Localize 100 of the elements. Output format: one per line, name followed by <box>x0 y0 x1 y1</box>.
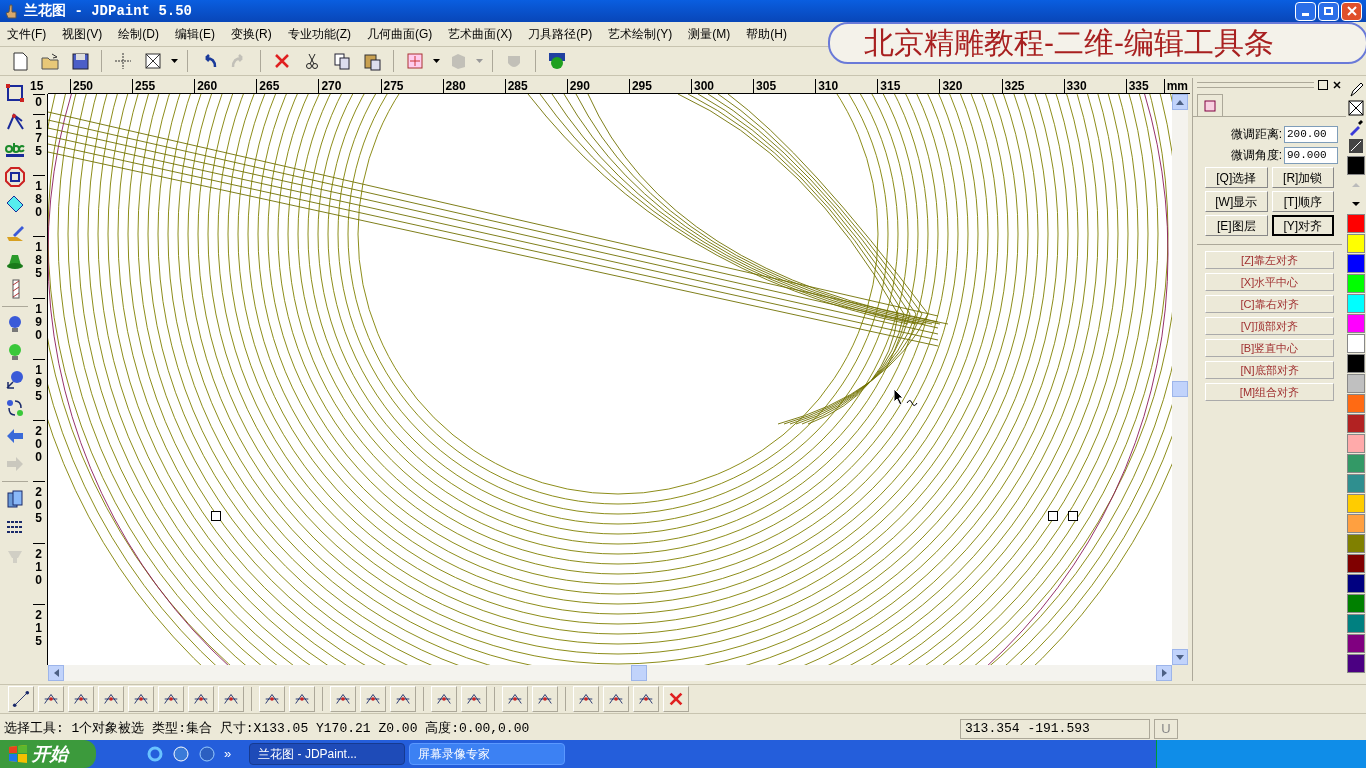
ruler-label: 205 <box>32 481 45 543</box>
menu-item[interactable]: 刀具路径(P) <box>525 25 596 43</box>
menu-item[interactable]: 变换(R) <box>228 25 275 43</box>
up-arrow-icon <box>1352 182 1360 188</box>
menu-item[interactable]: 几何曲面(G) <box>364 25 436 43</box>
scroll-thumb[interactable] <box>631 665 647 681</box>
taskbar-button[interactable]: 兰花图 - JDPaint... <box>249 743 406 765</box>
color-swatch[interactable] <box>1347 294 1365 313</box>
color-swatch[interactable] <box>1347 634 1365 653</box>
color-swatch[interactable] <box>1347 394 1365 413</box>
align-button[interactable]: [C]靠右对齐 <box>1205 295 1334 313</box>
menu-item[interactable]: 艺术绘制(Y) <box>605 25 676 43</box>
mode-button[interactable]: [Y]对齐 <box>1271 215 1334 236</box>
scroll-up-button[interactable] <box>1172 94 1188 110</box>
menu-item[interactable]: 绘制(D) <box>115 25 162 43</box>
ruler-label: 280 <box>442 79 466 93</box>
mode-button[interactable]: [Q]选择 <box>1205 167 1268 188</box>
more-button[interactable]: » <box>224 744 232 764</box>
color-swatch[interactable] <box>1347 156 1365 175</box>
color-swatch[interactable] <box>1347 594 1365 613</box>
menu-item[interactable]: 文件(F) <box>4 25 50 43</box>
float-button[interactable] <box>1318 80 1328 90</box>
mode-button[interactable]: [R]加锁 <box>1271 167 1334 188</box>
ruler-unit: mm <box>1163 79 1188 93</box>
pencil-icon[interactable] <box>1347 80 1365 98</box>
color-swatch[interactable] <box>1347 354 1365 373</box>
ruler-label: 330 <box>1063 79 1087 93</box>
restore-button[interactable] <box>1318 1 1339 21</box>
scroll-thumb[interactable] <box>1172 381 1188 397</box>
bulb-arrow-tool[interactable] <box>4 369 26 391</box>
color-swatch[interactable] <box>1347 494 1365 513</box>
color-swatch[interactable] <box>1347 574 1365 593</box>
line-button[interactable] <box>8 686 34 712</box>
down-arrow-icon <box>1352 201 1360 207</box>
app-icon[interactable] <box>198 745 216 763</box>
select-box-tool[interactable] <box>4 82 26 104</box>
align-button[interactable]: [B]竖直中心 <box>1205 339 1334 357</box>
scroll-left-button[interactable] <box>48 665 64 681</box>
menu-item[interactable]: 测量(M) <box>685 25 734 43</box>
delete-button[interactable] <box>663 686 689 712</box>
align-button[interactable]: [N]底部对齐 <box>1205 361 1334 379</box>
minimize-button[interactable] <box>1295 1 1316 21</box>
menu-item[interactable]: 编辑(E) <box>172 25 218 43</box>
ruler-label: 200 <box>32 420 45 482</box>
align-button[interactable]: [X]水平中心 <box>1205 273 1334 291</box>
globe-icon[interactable] <box>172 745 190 763</box>
color-swatch[interactable] <box>1347 414 1365 433</box>
swap-arrows-tool[interactable] <box>4 397 26 419</box>
mode-button[interactable]: [T]顺序 <box>1271 191 1334 212</box>
color-swatch[interactable] <box>1347 474 1365 493</box>
mode-button[interactable]: [W]显示 <box>1205 191 1268 212</box>
x-box-icon[interactable] <box>1347 99 1365 117</box>
vertical-scrollbar[interactable] <box>1172 94 1188 665</box>
color-swatch[interactable] <box>1347 374 1365 393</box>
color-swatch[interactable] <box>1347 614 1365 633</box>
menu-item[interactable]: 帮助(H) <box>743 25 790 43</box>
panel-tab[interactable] <box>1197 94 1223 116</box>
octagon-icon <box>5 167 25 187</box>
number-field[interactable]: 200.00 <box>1284 125 1338 143</box>
paste-icon <box>362 51 382 71</box>
number-field[interactable]: 90.000 <box>1284 146 1338 164</box>
pages-tool[interactable] <box>4 488 26 510</box>
ruler-label: 180 <box>32 175 45 237</box>
align-button[interactable]: [M]组合对齐 <box>1205 383 1334 401</box>
menu-item[interactable]: 艺术曲面(X) <box>445 25 516 43</box>
horizontal-scrollbar[interactable] <box>48 665 1172 681</box>
selection-handle[interactable] <box>211 511 221 521</box>
browser-icon[interactable] <box>146 745 164 763</box>
color-swatch[interactable] <box>1347 314 1365 333</box>
panel-grip[interactable] <box>1197 82 1314 88</box>
windows-logo-icon <box>8 745 28 763</box>
color-swatch[interactable] <box>1347 554 1365 573</box>
taskbar-button[interactable]: 屏幕录像专家 <box>409 743 566 765</box>
octagon-tool[interactable] <box>4 166 26 188</box>
align-button[interactable]: [V]顶部对齐 <box>1205 317 1334 335</box>
color-swatch[interactable] <box>1347 454 1365 473</box>
color-swatch[interactable] <box>1347 234 1365 253</box>
color-swatch[interactable] <box>1347 254 1365 273</box>
scroll-right-button[interactable] <box>1156 665 1172 681</box>
pages-icon <box>5 489 25 509</box>
color-swatch[interactable] <box>1347 534 1365 553</box>
color-swatch[interactable] <box>1347 274 1365 293</box>
mode-button[interactable]: [E]图层 <box>1205 215 1268 236</box>
color-swatch[interactable] <box>1347 514 1365 533</box>
line-icon <box>12 690 30 708</box>
color-swatch[interactable] <box>1347 214 1365 233</box>
arrow-right-icon <box>5 454 25 474</box>
color-swatch[interactable] <box>1347 434 1365 453</box>
color-swatch[interactable] <box>1347 334 1365 353</box>
hatch-icon[interactable] <box>1347 137 1365 155</box>
color-swatch[interactable] <box>1347 654 1365 673</box>
up-arrow-icon <box>1176 99 1184 105</box>
menu-item[interactable]: 视图(V) <box>59 25 106 43</box>
menu-item[interactable]: 专业功能(Z) <box>284 25 354 43</box>
ruler-label: 295 <box>628 79 652 93</box>
close-button[interactable] <box>1341 1 1362 21</box>
align-button[interactable]: [Z]靠左对齐 <box>1205 251 1334 269</box>
close-icon[interactable] <box>1332 80 1342 90</box>
start-button[interactable]: 开始 <box>0 740 96 768</box>
ruler-label: 305 <box>753 79 777 93</box>
